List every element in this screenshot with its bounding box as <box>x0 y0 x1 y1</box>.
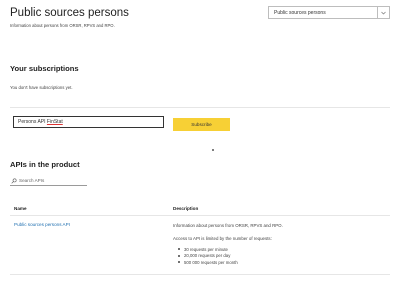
product-select-value: Public sources persons <box>274 9 326 16</box>
api-limit-intro: Access to API is limited by the number o… <box>173 236 272 241</box>
table-row-divider <box>10 274 390 275</box>
api-link-public-sources-persons[interactable]: Public sources persons API <box>14 222 70 227</box>
divider <box>10 107 390 108</box>
subscribe-button[interactable]: Subscribe <box>173 118 230 131</box>
apis-heading: APIs in the product <box>10 160 80 169</box>
rate-limits-list: 30 requests per minute 20,000 requests p… <box>178 246 238 266</box>
api-description: Information about persons from ORSR, RPV… <box>173 223 283 228</box>
chevron-down-icon[interactable] <box>377 7 389 18</box>
search-apis-input[interactable] <box>17 178 82 183</box>
search-apis-box[interactable] <box>10 176 87 186</box>
subscription-name-misspelled-word: FinStat <box>46 119 63 125</box>
no-subscriptions-text: You don't have subscriptions yet. <box>10 85 73 90</box>
list-item: 20,000 requests per day <box>178 253 238 260</box>
table-header-divider <box>10 215 390 216</box>
product-select[interactable]: Public sources persons <box>268 6 390 19</box>
page-title: Public sources persons <box>10 7 129 19</box>
list-item: 500 000 requests per month <box>178 259 238 266</box>
loading-dot <box>212 149 214 151</box>
subscriptions-heading: Your subscriptions <box>10 64 79 73</box>
subscription-name-text: Persons API <box>18 119 47 125</box>
column-header-name: Name <box>14 206 27 211</box>
subscription-name-input[interactable]: Persons API FinStat <box>13 116 164 128</box>
page-subtitle: Information about persons from ORSR, RPV… <box>10 23 115 28</box>
column-header-description: Description <box>173 206 199 211</box>
